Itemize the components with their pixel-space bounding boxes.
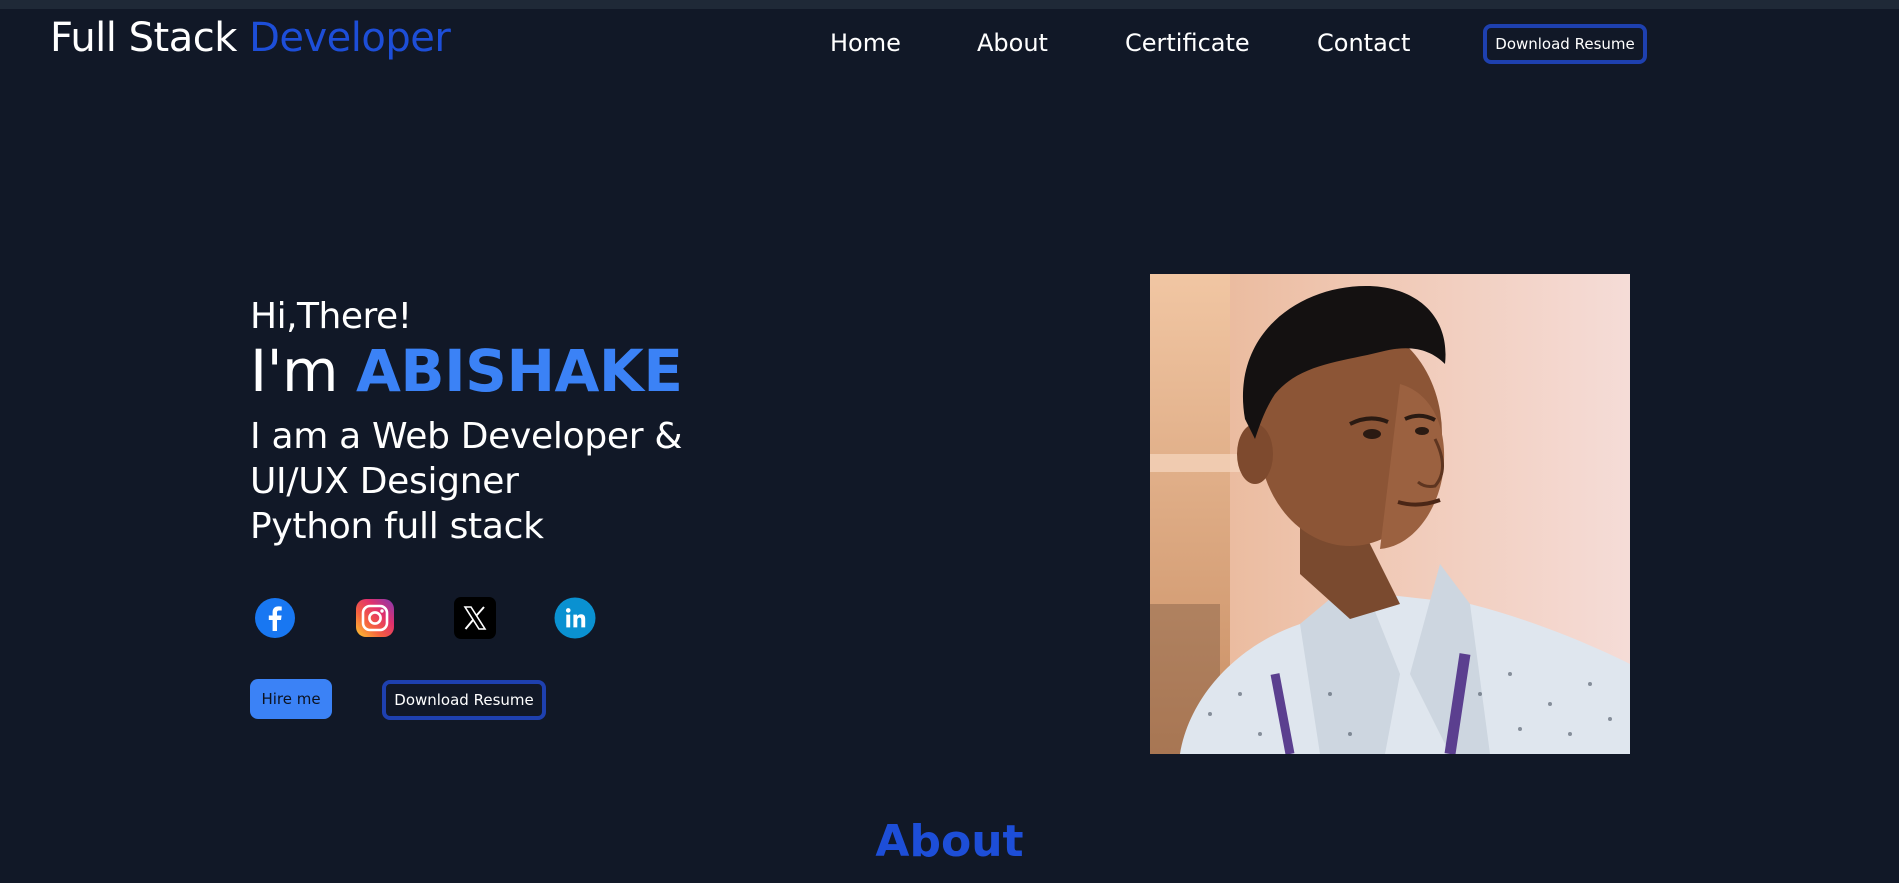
hire-me-button[interactable]: Hire me bbox=[250, 679, 332, 719]
linkedin-icon[interactable] bbox=[553, 596, 597, 640]
hero-name: ABISHAKE bbox=[356, 337, 683, 405]
facebook-icon[interactable] bbox=[253, 596, 297, 640]
hero-intro-prefix: I'm bbox=[250, 337, 339, 405]
hero-download-resume-button[interactable]: Download Resume bbox=[382, 680, 546, 720]
hero-role-line: UI/UX Designer bbox=[250, 461, 519, 502]
header-download-resume-button[interactable]: Download Resume bbox=[1483, 24, 1647, 64]
nav-about[interactable]: About bbox=[977, 26, 1048, 60]
nav-home[interactable]: Home bbox=[830, 26, 901, 60]
nav-certificate[interactable]: Certificate bbox=[1125, 26, 1250, 60]
hero-role-line: Python full stack bbox=[250, 506, 544, 547]
x-icon[interactable] bbox=[453, 596, 497, 640]
hero-intro: I'm ABISHAKE bbox=[250, 336, 683, 406]
profile-photo bbox=[1150, 274, 1630, 754]
nav-contact[interactable]: Contact bbox=[1317, 26, 1410, 60]
about-section-title: About bbox=[875, 816, 1024, 867]
brand-accent-text: Developer bbox=[249, 15, 451, 61]
instagram-icon[interactable] bbox=[353, 596, 397, 640]
brand-text: Full Stack bbox=[50, 15, 237, 61]
hero-greeting: Hi,There! bbox=[250, 296, 412, 337]
hero-roles: I am a Web Developer & UI/UX Designer Py… bbox=[250, 414, 682, 549]
top-strip bbox=[0, 0, 1899, 9]
brand-logo[interactable]: Full Stack Developer bbox=[50, 12, 451, 64]
hero-role-line: I am a Web Developer & bbox=[250, 416, 683, 457]
